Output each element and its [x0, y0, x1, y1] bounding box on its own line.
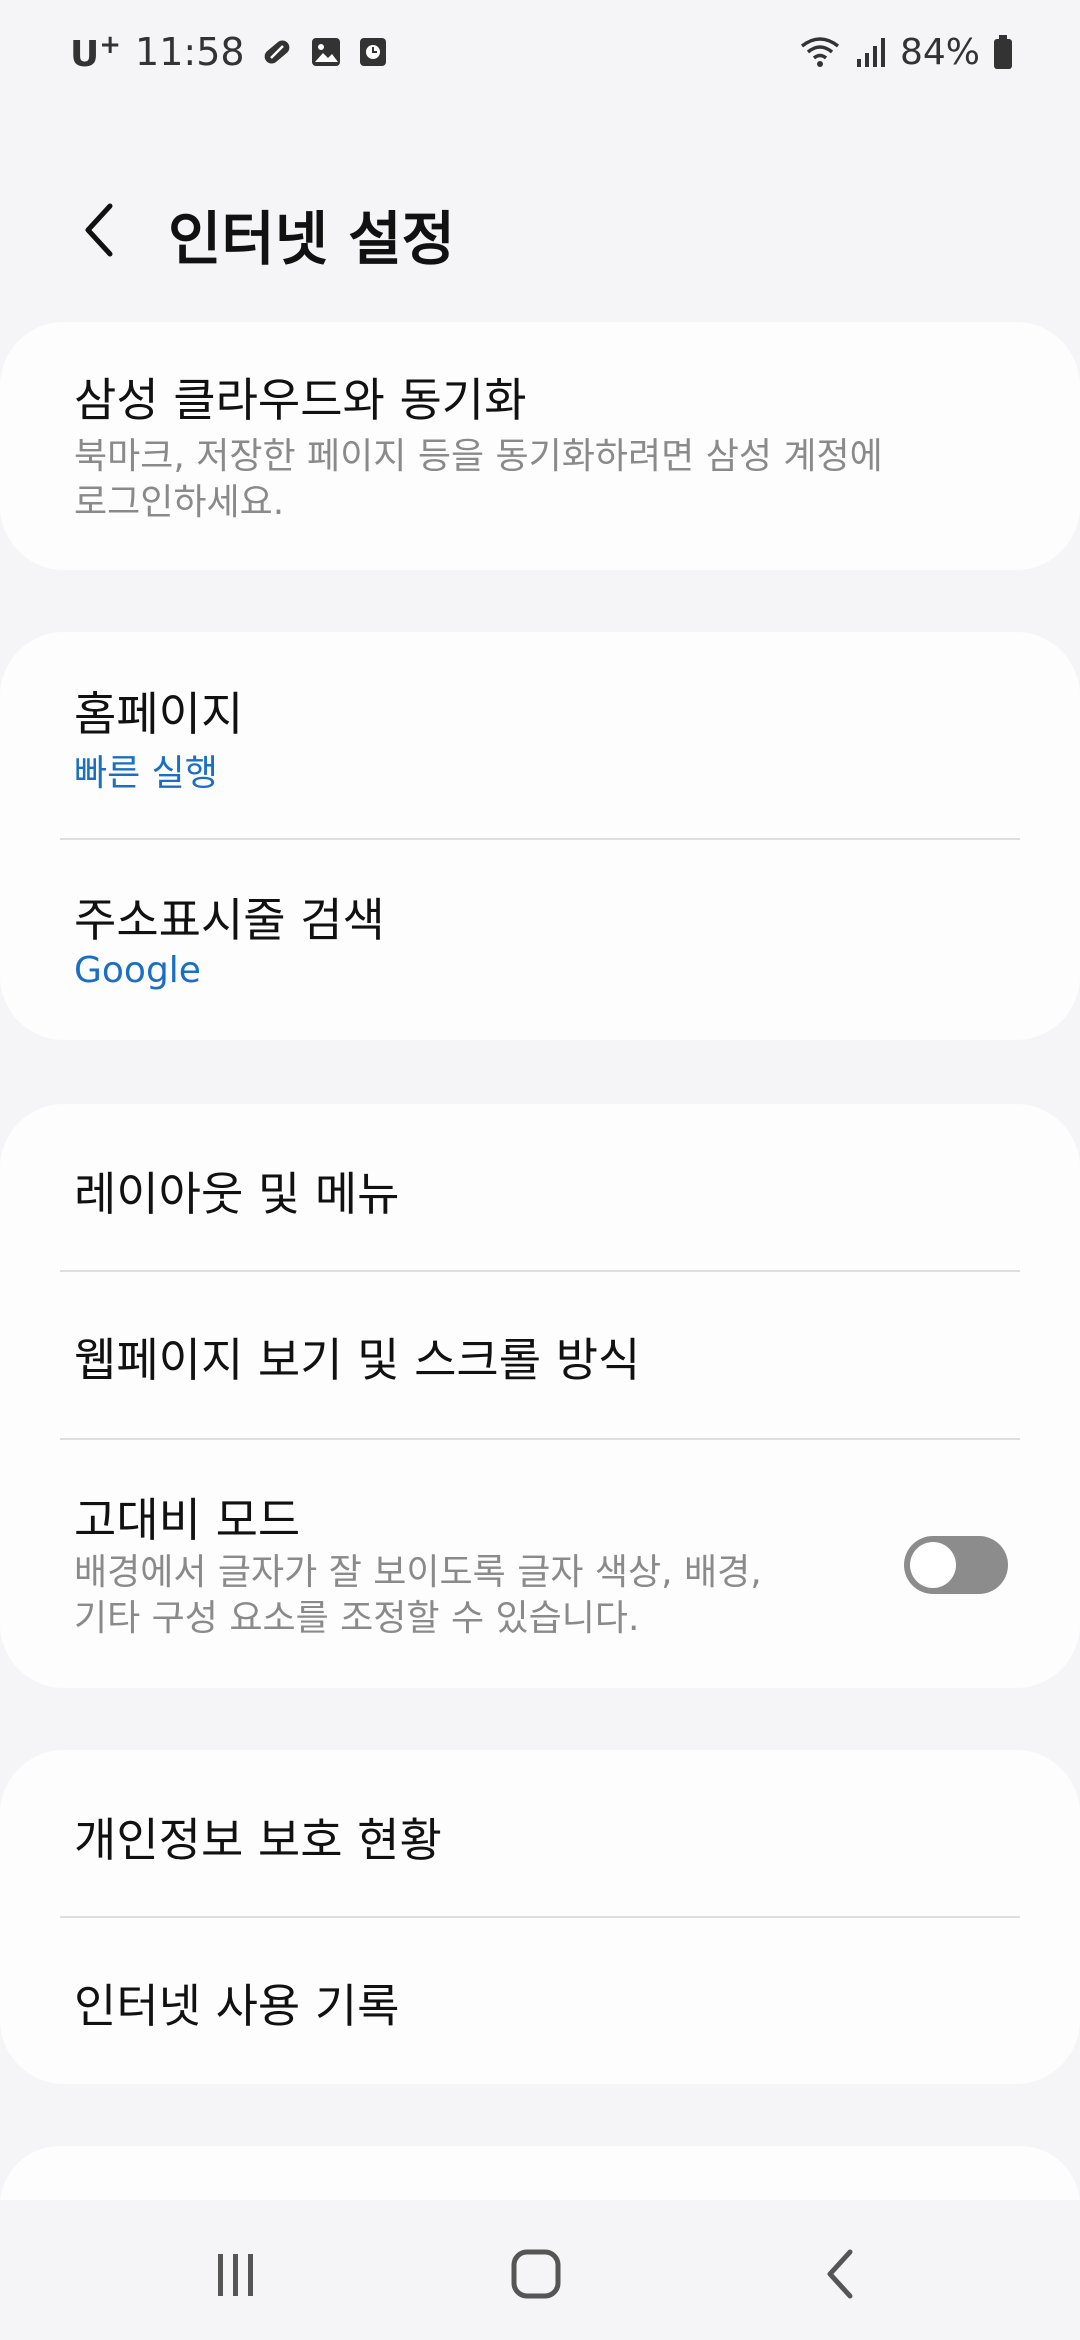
battery-percent: 84%: [899, 31, 980, 73]
high-contrast-desc-line2: 기타 구성 요소를 조정할 수 있습니다.: [74, 1598, 640, 1639]
webview-scroll-title: 웹페이지 보기 및 스크롤 방식: [74, 1333, 641, 1387]
app-header: 인터넷 설정: [0, 170, 1080, 290]
wifi-icon: [798, 34, 842, 70]
recents-icon: [218, 2254, 253, 2296]
status-bar: U+ 11:58 84%: [0, 0, 1080, 104]
high-contrast-title: 고대비 모드: [74, 1493, 301, 1547]
nav-back-button[interactable]: [790, 2224, 890, 2324]
high-contrast-desc-line1: 배경에서 글자가 잘 보이도록 글자 색상, 배경,: [74, 1552, 762, 1593]
browsing-history-item[interactable]: 인터넷 사용 기록: [0, 1918, 1080, 2084]
homepage-item[interactable]: 홈페이지 빠른 실행: [0, 632, 1080, 838]
pill-icon: [259, 34, 295, 70]
layout-menu-title: 레이아웃 및 메뉴: [74, 1167, 400, 1221]
page-title: 인터넷 설정: [168, 205, 455, 273]
recents-button[interactable]: [186, 2224, 286, 2324]
sync-desc-line1: 북마크, 저장한 페이지 등을 동기화하려면 삼성 계정에: [74, 436, 883, 477]
gallery-icon: [309, 35, 343, 69]
sync-desc-line2: 로그인하세요.: [74, 482, 285, 523]
home-icon: [511, 2249, 561, 2299]
status-time: 11:58: [135, 30, 245, 74]
sync-item[interactable]: 삼성 클라우드와 동기화 북마크, 저장한 페이지 등을 동기화하려면 삼성 계…: [0, 322, 1080, 570]
browsing-history-title: 인터넷 사용 기록: [74, 1979, 400, 2033]
home-search-card: 홈페이지 빠른 실행 주소표시줄 검색 Google: [0, 632, 1080, 1040]
navigation-bar: [0, 2200, 1080, 2340]
search-engine-value: Google: [74, 950, 201, 991]
toggle-knob: [910, 1542, 956, 1588]
sync-card: 삼성 클라우드와 동기화 북마크, 저장한 페이지 등을 동기화하려면 삼성 계…: [0, 322, 1080, 570]
battery-icon: [992, 34, 1014, 70]
privacy-card: 개인정보 보호 현황 인터넷 사용 기록: [0, 1750, 1080, 2084]
sync-title: 삼성 클라우드와 동기화: [74, 373, 527, 427]
nav-back-icon: [827, 2249, 853, 2299]
clock-notification-icon: [357, 35, 389, 69]
search-engine-item[interactable]: 주소표시줄 검색 Google: [0, 840, 1080, 1040]
chevron-left-icon: [85, 203, 113, 257]
high-contrast-item[interactable]: 고대비 모드 배경에서 글자가 잘 보이도록 글자 색상, 배경, 기타 구성 …: [0, 1440, 1080, 1688]
signal-icon: [854, 35, 888, 69]
privacy-dashboard-title: 개인정보 보호 현황: [74, 1813, 442, 1867]
privacy-dashboard-item[interactable]: 개인정보 보호 현황: [0, 1750, 1080, 1916]
back-button[interactable]: [60, 190, 140, 270]
high-contrast-toggle[interactable]: [904, 1536, 1008, 1594]
webview-scroll-item[interactable]: 웹페이지 보기 및 스크롤 방식: [0, 1272, 1080, 1438]
homepage-title: 홈페이지: [74, 687, 244, 741]
home-button[interactable]: [486, 2224, 586, 2324]
display-card: 레이아웃 및 메뉴 웹페이지 보기 및 스크롤 방식 고대비 모드 배경에서 글…: [0, 1104, 1080, 1688]
homepage-value: 빠른 실행: [74, 753, 218, 794]
status-left: U+ 11:58: [70, 28, 389, 76]
layout-menu-item[interactable]: 레이아웃 및 메뉴: [0, 1104, 1080, 1270]
carrier-label: U+: [70, 29, 122, 75]
search-engine-title: 주소표시줄 검색: [74, 893, 385, 947]
status-right: 84%: [798, 28, 1014, 76]
